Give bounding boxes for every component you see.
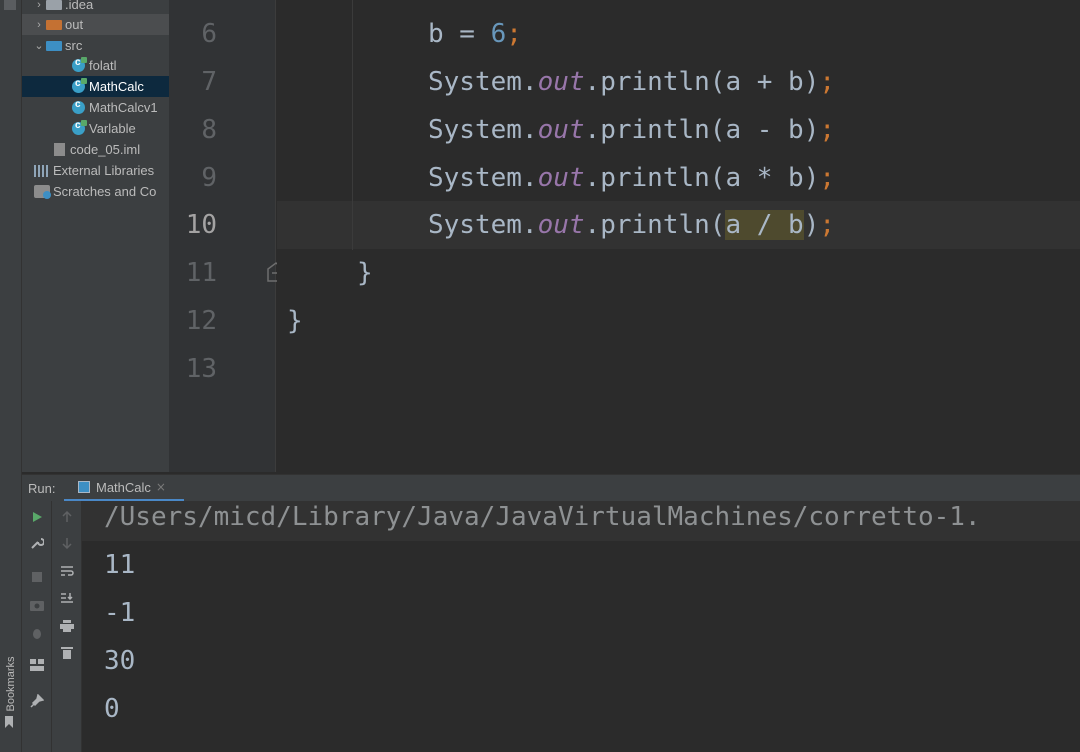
- tree-item-label: src: [65, 38, 83, 53]
- tree-item-label: Varlable: [89, 121, 136, 136]
- tree-item-label: code_05.iml: [70, 142, 141, 157]
- tree-item-folatl[interactable]: folatl: [72, 55, 116, 76]
- run-console[interactable]: /Users/micd/Library/Java/JavaVirtualMach…: [82, 501, 1080, 752]
- close-icon[interactable]: ×: [156, 480, 166, 494]
- run-toolbar-primary: [22, 501, 52, 752]
- expand-arrow-icon[interactable]: ›: [32, 0, 46, 11]
- tree-item-label: folatl: [89, 58, 117, 73]
- code-line-8: System.out.println(a - b);: [428, 115, 836, 145]
- rerun-icon[interactable]: [29, 509, 45, 525]
- run-tab-label: MathCalc: [96, 479, 151, 495]
- java-class-icon: [72, 120, 87, 135]
- code-line-7: System.out.println(a + b);: [428, 67, 836, 97]
- tree-item-label: out: [65, 17, 84, 32]
- stop-icon[interactable]: [29, 569, 45, 585]
- wrench-icon[interactable]: [29, 535, 45, 551]
- line-number: 6: [201, 19, 217, 49]
- tree-item-label: MathCalc: [89, 79, 144, 94]
- editor-gutter: 6 7 8 9 10 11 12 13: [169, 0, 285, 472]
- source-folder-icon: [46, 41, 62, 51]
- tree-item-scratches[interactable]: Scratches and Co: [34, 181, 156, 202]
- tree-item-label: External Libraries: [53, 163, 155, 178]
- project-tree: › .idea › out ⌄ src folatl MathCalc Math…: [22, 0, 169, 472]
- code-line-6: b = 6;: [428, 19, 522, 49]
- line-number: 9: [201, 163, 217, 193]
- line-number: 7: [201, 67, 217, 97]
- library-icon: [34, 164, 50, 177]
- print-icon[interactable]: [59, 618, 75, 634]
- project-tool-button[interactable]: [4, 0, 16, 10]
- console-output-line: 0: [104, 694, 120, 724]
- java-class-icon: [72, 99, 85, 114]
- bookmark-icon: [5, 716, 13, 728]
- soft-wrap-icon[interactable]: [59, 563, 75, 579]
- tree-item-label: .idea: [65, 0, 94, 12]
- code-editor[interactable]: b = 6; System.out.println(a + b); System…: [277, 0, 1080, 472]
- tree-item-idea[interactable]: › .idea: [32, 0, 93, 15]
- code-line-12: }: [287, 306, 303, 336]
- line-number: 8: [201, 115, 217, 145]
- folder-icon: [46, 20, 62, 30]
- pin-icon[interactable]: [29, 693, 45, 709]
- line-number: 13: [185, 354, 217, 384]
- trash-icon[interactable]: [59, 644, 75, 660]
- java-class-icon: [72, 78, 87, 93]
- camera-icon[interactable]: [29, 597, 45, 613]
- java-class-icon: [72, 57, 87, 72]
- tree-item-label: Scratches and Co: [53, 184, 157, 199]
- code-line-10: System.out.println(a / b);: [428, 210, 836, 240]
- console-output-line: -1: [104, 598, 136, 628]
- console-output-line: 11: [104, 550, 136, 580]
- line-number: 11: [185, 258, 217, 288]
- console-command: /Users/micd/Library/Java/JavaVirtualMach…: [104, 502, 981, 532]
- collapse-arrow-icon[interactable]: ⌄: [32, 39, 46, 52]
- tree-item-iml[interactable]: code_05.iml: [54, 139, 140, 160]
- code-line-9: System.out.println(a * b);: [428, 163, 836, 193]
- arrow-down-icon[interactable]: [59, 535, 75, 551]
- tree-item-mathcalc[interactable]: MathCalc: [22, 76, 169, 97]
- run-config-icon: [78, 481, 90, 493]
- run-label: Run:: [28, 481, 56, 496]
- tree-item-src[interactable]: ⌄ src: [32, 35, 82, 56]
- module-file-icon: [54, 143, 65, 156]
- console-output-line: 30: [104, 646, 136, 676]
- line-number-current: 10: [185, 210, 217, 240]
- debug-icon[interactable]: [29, 625, 45, 641]
- tree-item-label: MathCalcv1: [89, 100, 158, 115]
- code-line-11: }: [357, 258, 373, 288]
- tree-item-varlable[interactable]: Varlable: [72, 118, 136, 139]
- line-number: 12: [185, 306, 217, 336]
- left-tool-strip: Bookmarks: [0, 0, 22, 752]
- scratches-icon: [34, 185, 51, 199]
- folder-icon: [46, 0, 62, 10]
- layout-icon[interactable]: [29, 657, 45, 673]
- run-toolbar-secondary: [52, 501, 82, 752]
- tree-item-out[interactable]: › out: [22, 14, 169, 35]
- arrow-up-icon[interactable]: [59, 509, 75, 525]
- tree-item-external-libraries[interactable]: External Libraries: [34, 160, 154, 181]
- selection-highlight: a / b: [725, 210, 804, 240]
- run-panel-header: Run: MathCalc ×: [22, 474, 1080, 502]
- bookmarks-label: Bookmarks: [5, 656, 17, 712]
- tree-item-mathcalcv1[interactable]: MathCalcv1: [72, 97, 158, 118]
- run-tab-mathcalc[interactable]: MathCalc ×: [64, 475, 184, 502]
- scroll-to-end-icon[interactable]: [59, 590, 75, 606]
- indent-guide: [352, 0, 353, 250]
- expand-arrow-icon[interactable]: ›: [32, 19, 46, 31]
